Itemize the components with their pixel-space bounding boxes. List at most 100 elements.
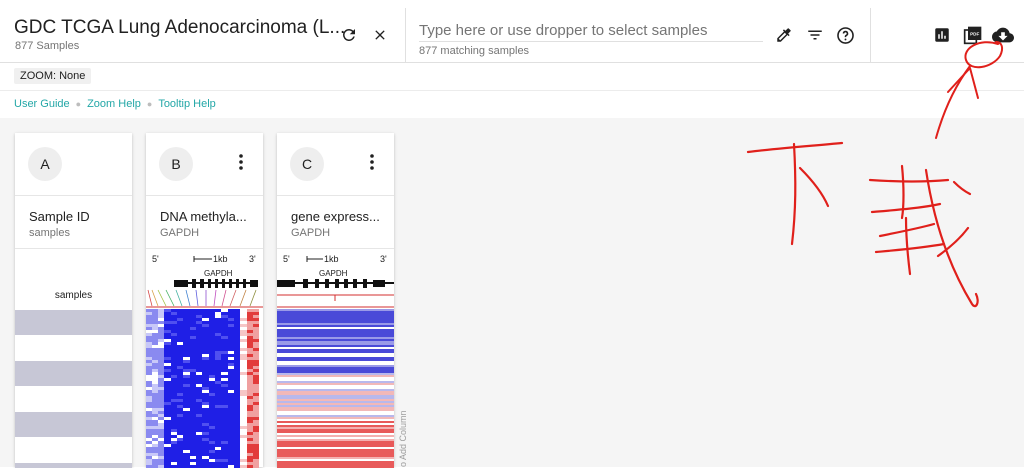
heatmap-cell [240, 381, 247, 384]
heatmap-row [277, 371, 394, 373]
heatmap-cell [253, 435, 259, 438]
zoom-help-link[interactable]: Zoom Help [87, 98, 141, 110]
heatmap-cell [247, 318, 253, 321]
heatmap-cell [234, 375, 240, 378]
close-icon [375, 30, 385, 40]
heatmap-cell [253, 396, 259, 399]
heatmap-cell [190, 324, 196, 327]
heatmap-row [277, 339, 394, 341]
heatmap-cell [146, 444, 152, 447]
heatmap-cell [209, 390, 215, 393]
heatmap-cell [253, 408, 259, 411]
refresh-button[interactable] [336, 22, 362, 48]
heatmap-cell [146, 357, 152, 360]
heatmap-cell [177, 414, 183, 417]
heatmap-row [277, 343, 394, 345]
heatmap-cell [158, 330, 164, 333]
heatmap-cell [146, 399, 152, 402]
heatmap-cell [196, 444, 202, 447]
heatmap-cell [164, 315, 171, 318]
heatmap-cell [177, 309, 183, 312]
heatmap-cell [234, 405, 240, 408]
heatmap-cell [158, 354, 164, 357]
samples-track[interactable]: samples [15, 249, 132, 468]
heatmap-cell [202, 423, 209, 426]
sample-search-input[interactable] [419, 19, 763, 42]
sample-band [15, 361, 132, 386]
heatmap-cell [196, 381, 202, 384]
heatmap-cell [234, 348, 240, 351]
heatmap-cell [221, 324, 228, 327]
heatmap-cell [228, 393, 234, 396]
heatmap-cell [177, 405, 183, 408]
heatmap-cell [158, 414, 164, 417]
heatmap-cell [152, 309, 158, 312]
column-field-info: DNA methyla... GAPDH [146, 196, 263, 249]
heatmap-cell [171, 354, 177, 357]
heatmap-cell [190, 375, 196, 378]
heatmap-cell [215, 447, 221, 450]
heatmap-cell [247, 423, 253, 426]
heatmap-cell [240, 372, 247, 375]
methylation-track[interactable]: 5' 3' 1kb GAPDH [146, 249, 263, 468]
heatmap-cell [183, 363, 190, 366]
heatmap-cell [152, 441, 158, 444]
cohort-title[interactable]: GDC TCGA Lung Adenocarcinoma (L... [14, 17, 345, 39]
heatmap-cell [215, 336, 221, 339]
heatmap-cell [196, 441, 202, 444]
tooltip-help-link[interactable]: Tooltip Help [158, 98, 215, 110]
heatmap-cell [171, 315, 177, 318]
five-prime-label: 5' [152, 254, 159, 264]
heatmap-cell [177, 330, 183, 333]
heatmap-cell [196, 312, 202, 315]
heatmap-cell [253, 405, 259, 408]
heatmap-cell [190, 360, 196, 363]
heatmap-cell [240, 348, 247, 351]
heatmap-cell [190, 387, 196, 390]
heatmap-cell [247, 381, 253, 384]
add-column-hint[interactable]: o Add Column [398, 410, 408, 467]
heatmap-cell [152, 420, 158, 423]
heatmap-cell [158, 447, 164, 450]
column-letter: B [159, 147, 193, 181]
heatmap-cell [164, 375, 171, 378]
heatmap-cell [183, 375, 190, 378]
heatmap-cell [247, 387, 253, 390]
heatmap-cell [234, 357, 240, 360]
heatmap-cell [215, 363, 221, 366]
heatmap-cell [215, 417, 221, 420]
refresh-icon [342, 28, 355, 41]
heatmap-cell [196, 387, 202, 390]
heatmap-cell [202, 381, 209, 384]
heatmap-cell [247, 378, 253, 381]
user-guide-link[interactable]: User Guide [14, 98, 70, 110]
heatmap-cell [234, 435, 240, 438]
heatmap-cell [164, 456, 171, 459]
column-menu-button[interactable] [239, 154, 243, 175]
heatmap-cell [164, 327, 171, 330]
column-menu-button[interactable] [370, 154, 374, 175]
heatmap-cell [247, 366, 253, 369]
heatmap-cell [209, 444, 215, 447]
heatmap-cell [240, 327, 247, 330]
heatmap-cell [190, 378, 196, 381]
heatmap-cell [171, 339, 177, 342]
heatmap-cell [146, 327, 152, 330]
heatmap-cell [158, 411, 164, 414]
heatmap-cell [234, 339, 240, 342]
heatmap-cell [209, 342, 215, 345]
heatmap-cell [240, 417, 247, 420]
heatmap-cell [196, 414, 202, 417]
expression-track[interactable]: 5' 3' 1kb GAPDH [277, 249, 394, 468]
exon [222, 279, 225, 288]
heatmap-cell [158, 318, 164, 321]
heatmap-cell [215, 453, 221, 456]
heatmap-cell [190, 369, 196, 372]
heatmap-cell [215, 438, 221, 441]
close-button[interactable] [367, 22, 393, 48]
heatmap-cell [253, 429, 259, 432]
heatmap-row [277, 463, 394, 465]
heatmap-cell [152, 345, 158, 348]
heatmap-cell [164, 372, 171, 375]
heatmap-cell [221, 420, 228, 423]
